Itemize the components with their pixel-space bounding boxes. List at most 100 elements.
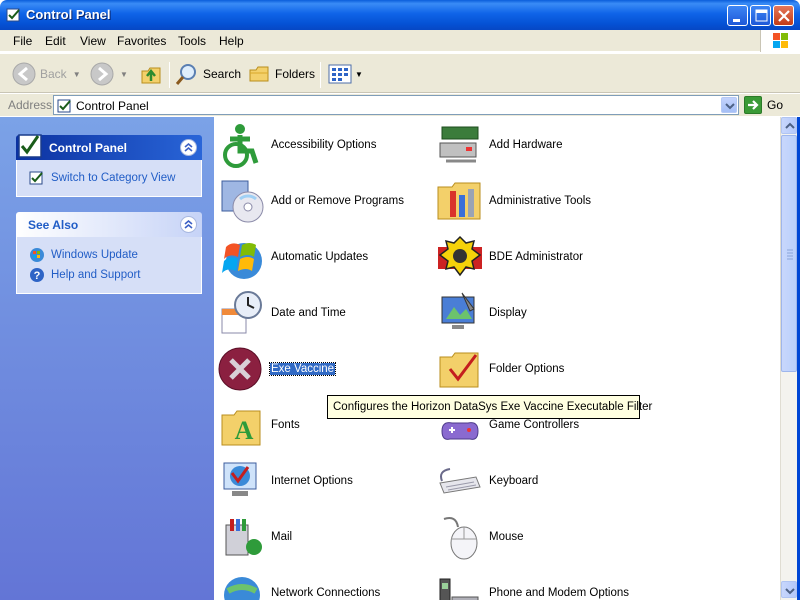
switch-to-category-view-link[interactable]: Switch to Category View	[29, 168, 201, 188]
bde-administrator-icon	[438, 235, 482, 277]
item-add-hardware[interactable]: Add Hardware	[432, 119, 642, 171]
collapse-button[interactable]	[180, 139, 197, 156]
exe-vaccine-icon	[218, 347, 262, 391]
keyboard-icon	[439, 468, 481, 494]
task-pane: Control Panel Switch to Category View Se…	[0, 117, 214, 600]
date-and-time-icon	[221, 291, 262, 334]
address-bar: Address Control Panel Go	[0, 94, 800, 116]
menu-bar: File Edit View Favorites Tools Help	[0, 30, 800, 52]
control-panel-icon	[57, 99, 71, 113]
scroll-thumb[interactable]	[781, 135, 797, 372]
add-remove-programs-icon	[221, 180, 264, 223]
item-keyboard[interactable]: Keyboard	[432, 455, 642, 507]
address-label: Address	[8, 98, 53, 112]
item-add-or-remove-programs[interactable]: Add or Remove Programs	[214, 175, 424, 227]
windows-flag-icon	[773, 33, 788, 48]
address-dropdown-button[interactable]	[721, 97, 737, 113]
forward-button[interactable]: ▼	[90, 60, 128, 88]
menu-tools[interactable]: Tools	[178, 34, 206, 48]
maximize-button[interactable]	[750, 5, 771, 26]
back-arrow-icon	[12, 62, 36, 86]
item-mouse[interactable]: Mouse	[432, 511, 642, 563]
up-folder-button[interactable]	[140, 60, 164, 88]
scroll-up-button[interactable]	[781, 117, 797, 134]
svg-text:?: ?	[34, 270, 41, 282]
phone-and-modem-icon	[439, 578, 479, 600]
item-date-and-time[interactable]: Date and Time	[214, 287, 424, 339]
forward-arrow-icon	[90, 62, 114, 86]
item-administrative-tools[interactable]: Administrative Tools	[432, 175, 642, 227]
up-folder-icon	[141, 67, 161, 84]
toolbar: Back ▼ ▼ Search Folders ▼	[0, 53, 800, 93]
control-panel-items: Accessibility Options Add Hardware Add o…	[214, 117, 780, 600]
views-dropdown-icon[interactable]: ▼	[355, 70, 363, 79]
search-button[interactable]: Search	[175, 60, 241, 88]
help-icon: ?	[30, 268, 44, 282]
item-internet-options[interactable]: Internet Options	[214, 455, 424, 507]
menu-file[interactable]: File	[13, 34, 32, 48]
chevron-down-icon	[725, 103, 735, 110]
maximize-icon	[755, 9, 768, 22]
item-mail[interactable]: Mail	[214, 511, 424, 563]
views-button[interactable]: ▼	[328, 60, 363, 88]
address-value: Control Panel	[76, 99, 149, 113]
mail-icon	[225, 519, 262, 556]
windows-update-link[interactable]: Windows Update	[29, 245, 201, 265]
administrative-tools-icon	[437, 182, 481, 220]
close-button[interactable]	[773, 5, 794, 26]
item-automatic-updates[interactable]: Automatic Updates	[214, 231, 424, 283]
windows-logo	[760, 30, 800, 52]
folders-button[interactable]: Folders	[247, 60, 315, 88]
minimize-button[interactable]	[727, 5, 748, 26]
svg-text:A: A	[235, 416, 254, 445]
control-panel-section-body: Switch to Category View	[16, 160, 202, 197]
forward-dropdown-icon[interactable]: ▼	[120, 70, 128, 79]
search-icon	[175, 64, 196, 85]
control-panel-section: Control Panel Switch to Category View	[16, 134, 202, 197]
help-and-support-link[interactable]: ? Help and Support	[29, 265, 201, 285]
fonts-icon: A	[221, 410, 261, 446]
chevron-double-up-icon	[184, 142, 193, 152]
go-button[interactable]: Go	[744, 96, 783, 114]
menu-view[interactable]: View	[80, 34, 106, 48]
scroll-down-button[interactable]	[781, 581, 797, 598]
display-icon	[441, 292, 475, 329]
menu-favorites[interactable]: Favorites	[117, 34, 166, 48]
item-tooltip: Configures the Horizon DataSys Exe Vacci…	[327, 395, 652, 419]
menu-edit[interactable]: Edit	[45, 34, 66, 48]
folder-options-icon	[439, 352, 479, 388]
close-icon	[778, 10, 790, 22]
category-view-icon	[29, 171, 43, 185]
menu-help[interactable]: Help	[219, 34, 244, 48]
chevron-down-icon	[785, 588, 795, 595]
see-also-section-header[interactable]: See Also	[16, 212, 202, 237]
control-panel-section-header[interactable]: Control Panel	[16, 134, 202, 160]
item-exe-vaccine[interactable]: Exe Vaccine	[214, 343, 424, 395]
item-display[interactable]: Display	[432, 287, 642, 339]
title-bar[interactable]: Control Panel	[0, 0, 800, 30]
minimize-icon	[733, 19, 740, 22]
grip-icon	[787, 249, 793, 260]
item-accessibility-options[interactable]: Accessibility Options	[214, 119, 424, 171]
mouse-icon	[443, 517, 478, 560]
item-network-connections[interactable]: Network Connections	[214, 567, 424, 600]
accessibility-icon	[223, 124, 259, 168]
go-arrow-icon	[744, 96, 762, 114]
item-bde-administrator[interactable]: BDE Administrator	[432, 231, 642, 283]
windows-update-icon	[30, 248, 44, 262]
back-dropdown-icon[interactable]: ▼	[73, 70, 81, 79]
views-icon	[328, 64, 352, 84]
chevron-double-up-icon	[184, 219, 193, 229]
control-panel-badge-icon	[18, 134, 42, 158]
automatic-updates-icon	[222, 243, 262, 279]
item-folder-options[interactable]: Folder Options	[432, 343, 642, 395]
chevron-up-icon	[785, 122, 795, 129]
internet-options-icon	[223, 462, 257, 496]
collapse-button[interactable]	[180, 216, 197, 233]
vertical-scrollbar[interactable]	[780, 117, 797, 600]
network-connections-icon	[224, 577, 260, 600]
window-title: Control Panel	[26, 7, 111, 22]
item-phone-and-modem-options[interactable]: Phone and Modem Options	[432, 567, 642, 600]
address-input[interactable]: Control Panel	[53, 95, 739, 115]
back-button[interactable]: Back ▼	[12, 60, 81, 88]
